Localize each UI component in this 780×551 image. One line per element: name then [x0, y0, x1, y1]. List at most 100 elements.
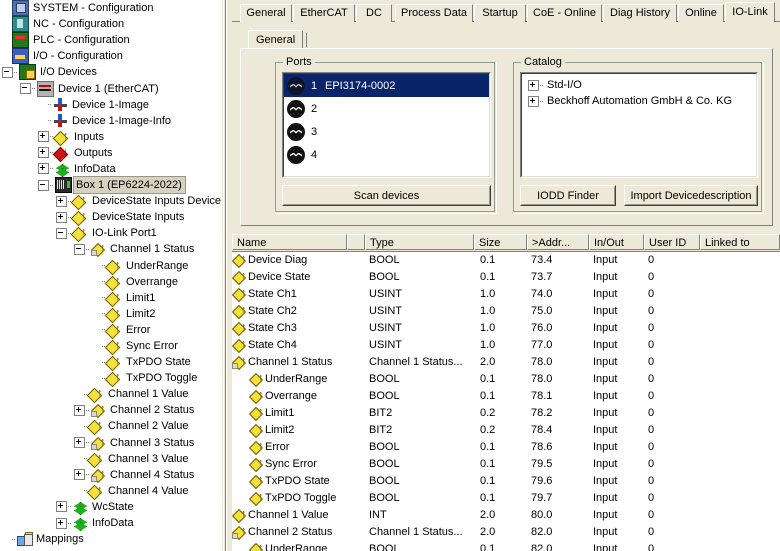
- tree-item-device-1-image[interactable]: Device 1-Image: [0, 97, 222, 113]
- tab-online[interactable]: Online: [678, 4, 724, 22]
- tab-ethercat[interactable]: EtherCAT: [293, 4, 355, 22]
- table-row[interactable]: TxPDO Toggle BOOL 0.1 79.7 Input 0: [232, 490, 780, 507]
- tree-item-nc-configuration[interactable]: NC - Configuration: [0, 16, 222, 33]
- expand-icon[interactable]: [38, 131, 49, 143]
- expand-icon[interactable]: [38, 147, 49, 159]
- tree-item-txpdo-state[interactable]: TxPDO State: [0, 354, 222, 370]
- tree-item-mappings[interactable]: Mappings: [0, 531, 222, 547]
- expand-icon[interactable]: [528, 95, 539, 107]
- tree-item-channel-4-value[interactable]: Channel 4 Value: [0, 483, 222, 499]
- tree-item-channel-3-value[interactable]: Channel 3 Value: [0, 451, 222, 467]
- table-row[interactable]: Channel 2 Status Channel 1 Status... 2.0 82…: [232, 524, 780, 541]
- tree-item-underrange[interactable]: UnderRange: [0, 258, 222, 274]
- grid-body[interactable]: Device DiagBOOL0.173.4Input0Device State…: [232, 252, 780, 551]
- solution-tree-pane[interactable]: SYSTEM - Configuration NC - Configuration…: [0, 0, 222, 551]
- tree-item-txpdo-toggle[interactable]: TxPDO Toggle: [0, 370, 222, 386]
- tree-item-outputs[interactable]: Outputs: [0, 145, 222, 161]
- tab-process-data[interactable]: Process Data: [395, 4, 473, 22]
- catalog-row[interactable]: Beckhoff Automation GmbH & Co. KG: [522, 93, 756, 109]
- table-row[interactable]: Device Diag BOOL 0.1 73.4 Input 0: [232, 252, 780, 269]
- tree-item-channel-1-status[interactable]: Channel 1 Status: [0, 241, 222, 257]
- catalog-row[interactable]: Std-I/O: [522, 77, 756, 93]
- process-data-grid[interactable]: Name Type Size >Addr... In/Out User ID Linked …: [232, 234, 780, 551]
- collapse-icon[interactable]: [74, 243, 85, 255]
- sub-tabstrip[interactable]: General: [240, 30, 780, 50]
- tree-item-i-o-configuration[interactable]: I/O - Configuration: [0, 48, 222, 65]
- table-row[interactable]: Error BOOL 0.1 78.6 Input 0: [232, 439, 780, 456]
- grid-col-header-blank[interactable]: [347, 234, 365, 250]
- tree-item-inputs[interactable]: Inputs: [0, 129, 222, 145]
- tree-item-device-1-ethercat[interactable]: Device 1 (EtherCAT): [0, 80, 222, 97]
- tree-item-error[interactable]: Error: [0, 322, 222, 338]
- tab-io-link[interactable]: IO-Link: [725, 2, 775, 23]
- grid-col-header-name[interactable]: Name: [232, 234, 347, 250]
- expand-icon[interactable]: [56, 195, 67, 207]
- expand-icon[interactable]: [74, 404, 85, 416]
- table-row[interactable]: UnderRange BOOL 0.1 78.0 Input 0: [232, 371, 780, 388]
- table-row[interactable]: State Ch3 USINT 1.0 76.0 Input 0: [232, 320, 780, 337]
- expand-icon[interactable]: [74, 437, 85, 449]
- table-row[interactable]: Limit2 BIT2 0.2 78.4 Input 0: [232, 422, 780, 439]
- sub-tab-general[interactable]: General: [248, 30, 304, 50]
- tree-item-infodata[interactable]: InfoData: [0, 515, 222, 531]
- table-row[interactable]: UnderRange BOOL 0.1 82.0 Input 0: [232, 541, 780, 551]
- tree-item-i-o-devices[interactable]: I/O Devices: [0, 64, 222, 81]
- iodd-finder-button[interactable]: IODD Finder: [520, 185, 616, 206]
- expand-icon[interactable]: [74, 469, 85, 481]
- tree-item-plc-configuration[interactable]: PLC - Configuration: [0, 32, 222, 49]
- grid-col-header-size[interactable]: Size: [474, 234, 527, 250]
- collapse-icon[interactable]: [20, 83, 31, 95]
- collapse-icon[interactable]: [56, 227, 67, 239]
- tree-item-devicestate-inputs-device[interactable]: DeviceState Inputs Device: [0, 193, 222, 209]
- grid-col-header-addr[interactable]: >Addr...: [527, 234, 589, 250]
- table-row[interactable]: State Ch4 USINT 1.0 77.0 Input 0: [232, 337, 780, 354]
- collapse-icon[interactable]: [2, 66, 13, 78]
- tree-item-system-configuration[interactable]: SYSTEM - Configuration: [0, 0, 222, 17]
- tree-item-devicestate-inputs[interactable]: DeviceState Inputs: [0, 209, 222, 225]
- tree-item-channel-4-status[interactable]: Channel 4 Status: [0, 467, 222, 483]
- expand-icon[interactable]: [38, 163, 49, 175]
- collapse-icon[interactable]: [38, 179, 49, 191]
- tree-item-wcstate[interactable]: WcState: [0, 499, 222, 515]
- tree-item-channel-3-status[interactable]: Channel 3 Status: [0, 435, 222, 451]
- tab-dc[interactable]: DC: [356, 4, 392, 22]
- grid-col-header-in-out[interactable]: In/Out: [589, 234, 644, 250]
- catalog-listbox[interactable]: Std-I/O Beckhoff Automation GmbH & Co. KG: [520, 72, 758, 178]
- tree-item-infodata[interactable]: InfoData: [0, 161, 222, 177]
- tree-item-io-link-port1[interactable]: IO-Link Port1: [0, 225, 222, 241]
- ports-listbox[interactable]: 1 EPI3174-0002 2 3 4: [282, 72, 491, 178]
- table-row[interactable]: State Ch2 USINT 1.0 75.0 Input 0: [232, 303, 780, 320]
- grid-header-row[interactable]: Name Type Size >Addr... In/Out User ID Linked …: [232, 234, 780, 252]
- tab-diag-history[interactable]: Diag History: [603, 4, 677, 22]
- table-row[interactable]: Device State BOOL 0.1 73.7 Input 0: [232, 269, 780, 286]
- import-devicedescription-button[interactable]: Import Devicedescription: [624, 185, 758, 206]
- port-row-1[interactable]: 1 EPI3174-0002: [284, 74, 489, 97]
- table-row[interactable]: State Ch1 USINT 1.0 74.0 Input 0: [232, 286, 780, 303]
- tree-item-overrange[interactable]: Overrange: [0, 274, 222, 290]
- tab-coe-online[interactable]: CoE - Online: [527, 4, 602, 22]
- tab-general[interactable]: General: [240, 4, 292, 22]
- pane-splitter[interactable]: [222, 0, 232, 551]
- expand-icon[interactable]: [56, 501, 67, 513]
- tree-item-limit1[interactable]: Limit1: [0, 290, 222, 306]
- table-row[interactable]: Sync Error BOOL 0.1 79.5 Input 0: [232, 456, 780, 473]
- table-row[interactable]: Limit1 BIT2 0.2 78.2 Input 0: [232, 405, 780, 422]
- tree-item-channel-1-value[interactable]: Channel 1 Value: [0, 386, 222, 402]
- tree-item-box-1-ep6224-2022[interactable]: Box 1 (EP6224-2022): [0, 176, 222, 195]
- table-row[interactable]: Channel 1 Value INT 2.0 80.0 Input 0: [232, 507, 780, 524]
- tree-item-channel-2-value[interactable]: Channel 2 Value: [0, 418, 222, 434]
- port-row-3[interactable]: 3: [284, 120, 489, 143]
- grid-col-header-user-id[interactable]: User ID: [644, 234, 700, 250]
- table-row[interactable]: Overrange BOOL 0.1 78.1 Input 0: [232, 388, 780, 405]
- tree-item-sync-error[interactable]: Sync Error: [0, 338, 222, 354]
- grid-col-header-type[interactable]: Type: [365, 234, 474, 250]
- expand-icon[interactable]: [528, 79, 539, 91]
- port-row-4[interactable]: 4: [284, 143, 489, 166]
- tree-item-device-1-image-info[interactable]: Device 1-Image-Info: [0, 113, 222, 129]
- grid-col-header-linked-to[interactable]: Linked to: [700, 234, 780, 250]
- tabstrip[interactable]: General EtherCAT DC Process Data Startup CoE …: [232, 2, 780, 23]
- expand-icon[interactable]: [56, 211, 67, 223]
- port-row-2[interactable]: 2: [284, 97, 489, 120]
- scan-devices-button[interactable]: Scan devices: [282, 185, 491, 206]
- tree-item-limit2[interactable]: Limit2: [0, 306, 222, 322]
